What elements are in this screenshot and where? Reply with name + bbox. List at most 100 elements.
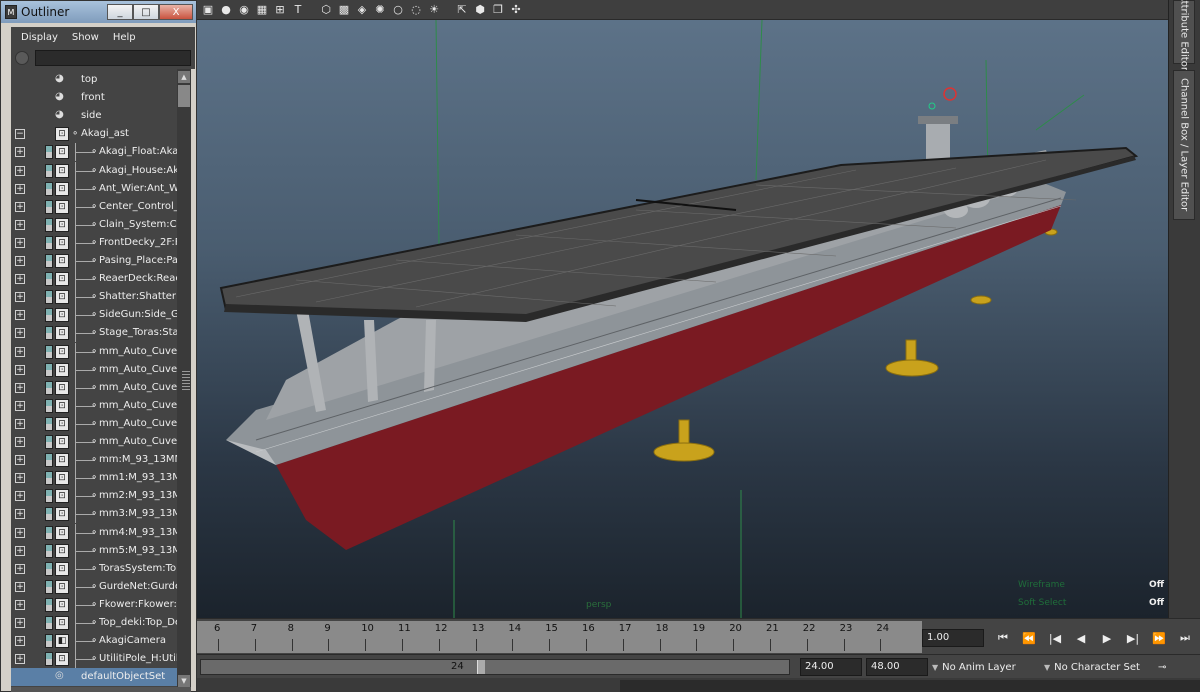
- horizontal-scrollbar[interactable]: [11, 687, 191, 692]
- range-slider[interactable]: 24: [200, 659, 790, 675]
- ship-scene[interactable]: [196, 20, 1168, 618]
- expand-icon[interactable]: +: [15, 418, 25, 429]
- scroll-down-icon[interactable]: ▼: [178, 675, 190, 687]
- expand-icon[interactable]: +: [15, 545, 25, 556]
- tab-attribute-editor[interactable]: Attribute Editor: [1173, 0, 1195, 70]
- expand-icon[interactable]: +: [15, 364, 25, 375]
- menu-help[interactable]: Help: [113, 32, 136, 43]
- outliner-item[interactable]: + ⊡ ∘ Clain_System:Cla: [11, 215, 177, 234]
- select-icon[interactable]: ⇱: [454, 2, 470, 18]
- range-handle[interactable]: [477, 660, 485, 674]
- outliner-item[interactable]: + ⊡ ∘ UtilitiPole_H:Utilit: [11, 650, 177, 669]
- play-forward-icon[interactable]: ▶: [1096, 629, 1118, 647]
- scroll-thumb[interactable]: [178, 85, 190, 107]
- cube-icon[interactable]: ⬡: [318, 2, 334, 18]
- outliner-item[interactable]: ◕ side: [11, 107, 177, 125]
- maximize-button[interactable]: □: [133, 4, 159, 20]
- expand-icon[interactable]: +: [15, 473, 25, 484]
- close-button[interactable]: X: [159, 4, 193, 20]
- node-icon[interactable]: ✣: [508, 2, 524, 18]
- light-icon[interactable]: ✺: [372, 2, 388, 18]
- outliner-item[interactable]: + ⊡ ∘ Ant_Wier:Ant_Wi: [11, 179, 177, 198]
- expand-icon[interactable]: +: [15, 437, 25, 447]
- expand-icon[interactable]: +: [15, 636, 25, 647]
- sphere-icon[interactable]: ○: [390, 2, 406, 18]
- outliner-item[interactable]: + ⊡ ∘mm_Auto_Cuver5: [11, 433, 177, 451]
- expand-icon[interactable]: +: [15, 183, 25, 194]
- outliner-item[interactable]: + ⊡ ∘mm3:M_93_13MM: [11, 505, 177, 524]
- expand-icon[interactable]: +: [15, 618, 25, 628]
- expand-icon[interactable]: +: [15, 509, 25, 520]
- current-frame-field[interactable]: 1.00: [922, 629, 984, 647]
- go-to-start-icon[interactable]: ⏮: [992, 629, 1014, 647]
- outliner-item[interactable]: + ⊡ ∘ Stage_Toras:Stag: [11, 324, 177, 343]
- expand-icon[interactable]: +: [15, 310, 25, 321]
- outliner-item[interactable]: + ⊡ ∘mm_Auto_Cuver2: [11, 378, 177, 397]
- step-forward-frame-icon[interactable]: ▶|: [1122, 629, 1144, 647]
- outliner-item[interactable]: + ⊡ ∘mm1:M_93_13MM: [11, 469, 177, 488]
- outliner-item[interactable]: + ⊡ ∘ ReaerDeck:Reaer: [11, 270, 177, 289]
- outliner-item[interactable]: + ⊡ ∘mm4:M_93_13MM: [11, 523, 177, 542]
- time-ruler[interactable]: 6 7 8 9 10 11 12 13 14 15 16 17 18 19 20 21 22 23 24: [196, 621, 922, 653]
- cube2-icon[interactable]: ⬢: [472, 2, 488, 18]
- go-to-end-icon[interactable]: ⏭: [1174, 629, 1196, 647]
- sun-icon[interactable]: ☀: [426, 2, 442, 18]
- grid-icon[interactable]: ⊞: [272, 2, 288, 18]
- menu-show[interactable]: Show: [72, 32, 99, 43]
- expand-icon[interactable]: +: [15, 527, 25, 538]
- scroll-up-icon[interactable]: ▲: [178, 71, 190, 83]
- expand-icon[interactable]: +: [15, 491, 25, 502]
- outliner-item[interactable]: + ⊡ ∘ mm_Auto_Cuver:: [11, 342, 177, 361]
- smooth-shade-icon[interactable]: ●: [218, 2, 234, 18]
- outliner-item[interactable]: + ⊡ ∘ SideGun:Side_Gu: [11, 306, 177, 325]
- outliner-item[interactable]: ◕ front: [11, 89, 177, 107]
- minimize-button[interactable]: _: [107, 4, 133, 20]
- resize-grip[interactable]: [182, 371, 190, 391]
- key-icon[interactable]: ⊸: [1158, 658, 1166, 676]
- expand-icon[interactable]: +: [15, 165, 25, 176]
- play-backward-icon[interactable]: ◀: [1070, 629, 1092, 647]
- wireframe-icon[interactable]: ▣: [200, 2, 216, 18]
- search-input[interactable]: [35, 50, 191, 66]
- outliner-item[interactable]: + ◧ ∘ AkagiCamera: [11, 632, 177, 651]
- textured-icon[interactable]: ▦: [254, 2, 270, 18]
- lit-box-icon[interactable]: ◈: [354, 2, 370, 18]
- sphere2-icon[interactable]: ◌: [408, 2, 424, 18]
- outliner-item[interactable]: − ⊡ ∘ Akagi_ast: [11, 125, 177, 143]
- expand-icon[interactable]: +: [15, 237, 25, 248]
- tab-channel-box[interactable]: Channel Box / Layer Editor: [1173, 70, 1195, 220]
- box-icon[interactable]: ▩: [336, 2, 352, 18]
- command-line-field[interactable]: [620, 680, 1200, 692]
- menu-display[interactable]: Display: [21, 32, 58, 43]
- expand-icon[interactable]: +: [15, 382, 25, 393]
- outliner-item[interactable]: + ⊡ ∘Akagi_House:Akagi: [11, 161, 177, 180]
- outliner-titlebar[interactable]: M Outliner _ □ X: [1, 1, 196, 23]
- outliner-item[interactable]: + ⊡ ∘ FrontDecky_2F:F: [11, 233, 177, 252]
- character-set-dropdown[interactable]: ▼ No Character Set: [1044, 658, 1140, 676]
- outliner-item[interactable]: ◕ top: [11, 71, 177, 89]
- outliner-item[interactable]: + ⊡ ∘ Fkower:Fkower:F: [11, 595, 177, 614]
- expand-icon[interactable]: +: [15, 274, 25, 285]
- outliner-item[interactable]: + ⊡ ∘mm_Auto_Cuver1: [11, 360, 177, 379]
- outliner-item[interactable]: + ⊡ ∘Top_deki:Top_Dek: [11, 614, 177, 632]
- step-back-frame-icon[interactable]: |◀: [1044, 629, 1066, 647]
- expand-icon[interactable]: +: [15, 201, 25, 212]
- expand-icon[interactable]: +: [15, 219, 25, 230]
- outliner-item[interactable]: + ⊡ ∘TorasSystem:Tora: [11, 559, 177, 578]
- text-icon[interactable]: T: [290, 2, 306, 18]
- 3d-viewport[interactable]: ▣ ● ◉ ▦ ⊞ T ⬡ ▩ ◈ ✺ ○ ◌ ☀ ⇱ ⬢ ❐ ✣ persp …: [196, 0, 1168, 618]
- expand-icon[interactable]: +: [15, 599, 25, 610]
- playback-start-field[interactable]: 24.00: [800, 658, 862, 676]
- outliner-item[interactable]: + ⊡ ∘mm_Auto_Cuver3: [11, 396, 177, 415]
- expand-icon[interactable]: +: [15, 455, 25, 466]
- expand-icon[interactable]: +: [15, 581, 25, 592]
- filter-icon[interactable]: [15, 51, 29, 65]
- outliner-item[interactable]: + ⊡ ∘ Shatter:Shatter:S: [11, 288, 177, 307]
- outliner-item[interactable]: + ⊡ ∘Akagi_Float:Akagi: [11, 143, 177, 162]
- expand-icon[interactable]: +: [15, 147, 25, 158]
- expand-icon[interactable]: +: [15, 563, 25, 574]
- shade-all-icon[interactable]: ◉: [236, 2, 252, 18]
- window-icon[interactable]: ❐: [490, 2, 506, 18]
- expand-icon[interactable]: +: [15, 654, 25, 665]
- step-forward-key-icon[interactable]: ⏩: [1148, 629, 1170, 647]
